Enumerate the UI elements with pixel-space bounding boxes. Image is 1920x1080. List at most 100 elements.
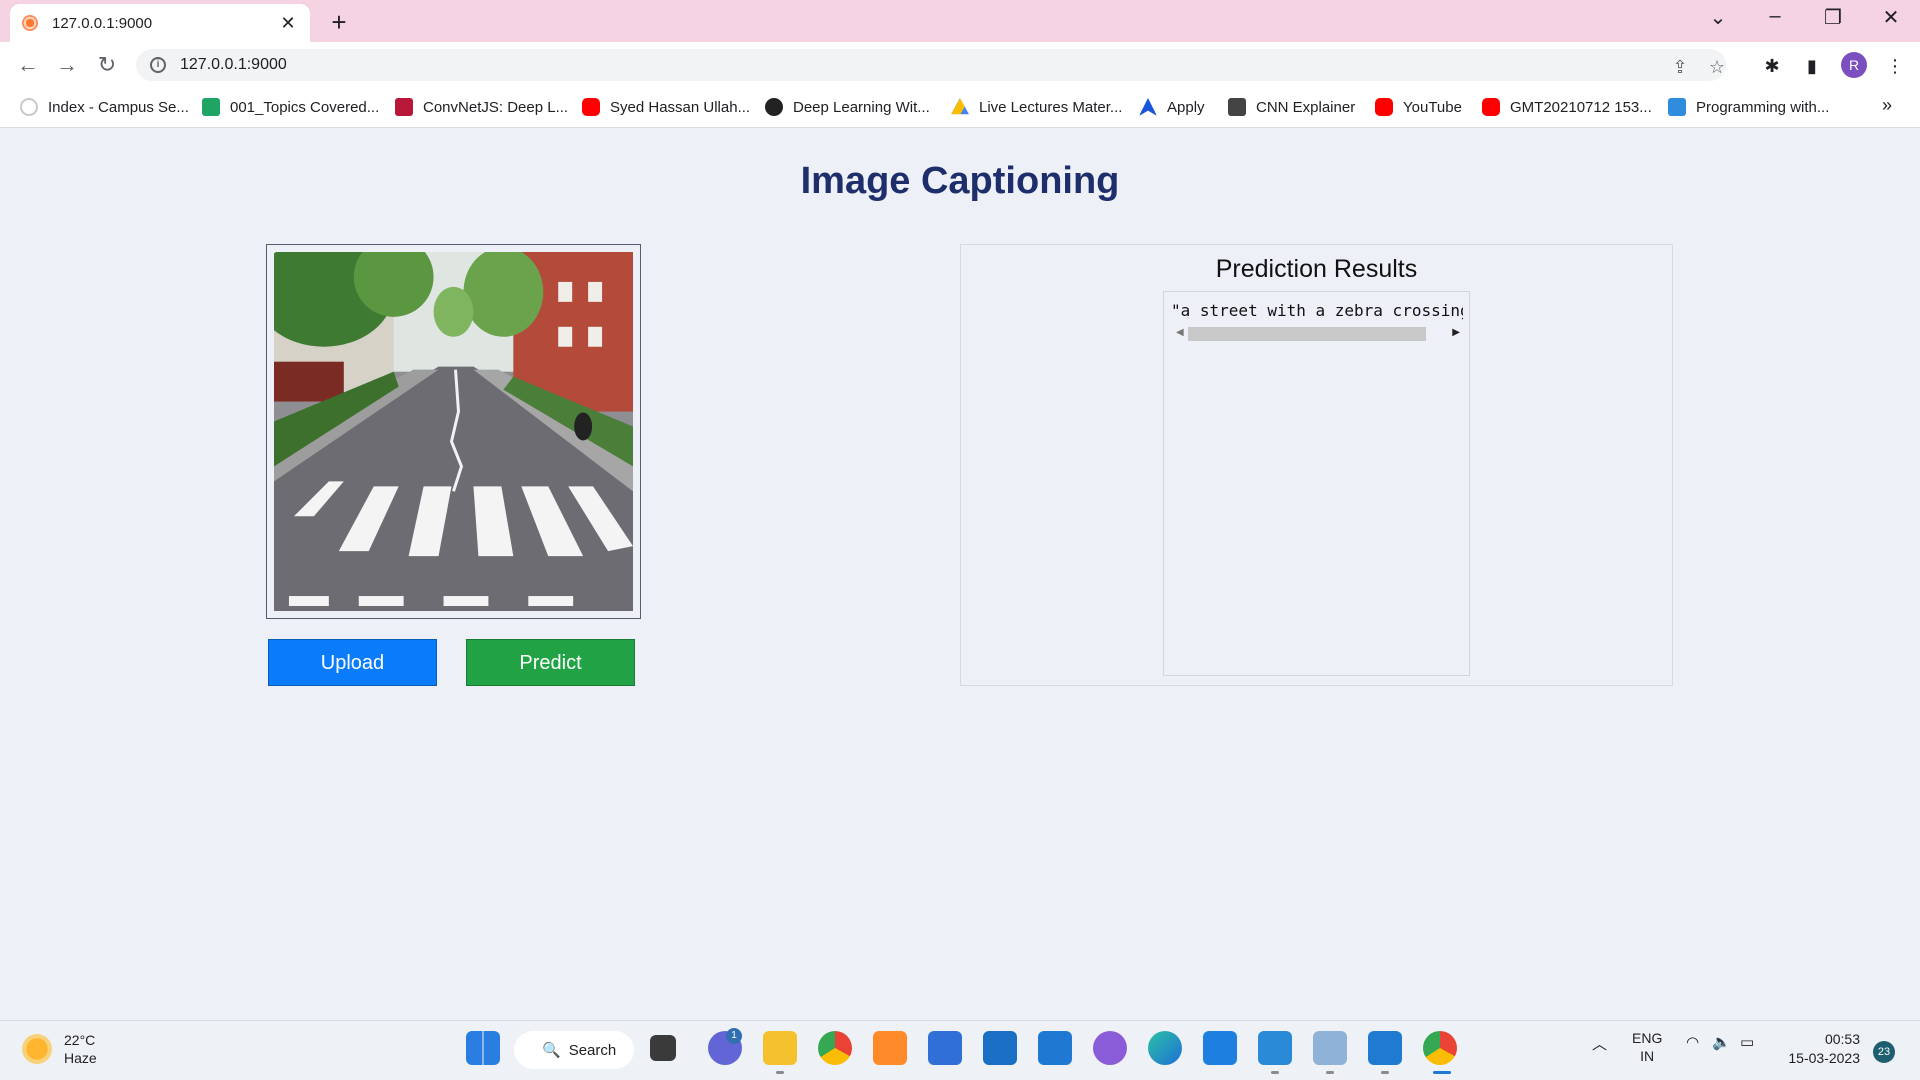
notification-badge[interactable]: 23 (1873, 1041, 1895, 1063)
bookmark-item[interactable]: Apply (1139, 98, 1205, 116)
bookmark-item[interactable]: Programming with... (1668, 98, 1829, 116)
google-drive-icon (951, 98, 969, 115)
browser-menu-icon[interactable]: ⋮ (1884, 55, 1906, 77)
uploaded-image-frame (266, 244, 641, 619)
notepad-icon[interactable] (1258, 1031, 1292, 1065)
url-text[interactable]: 127.0.0.1:9000 (180, 56, 287, 74)
windows-start-icon[interactable] (466, 1031, 500, 1065)
clock-time: 00:53 (1824, 1031, 1860, 1047)
windows-taskbar: 22°C Haze 🔍 Search 1 ︿ ENG IN ◠ 🔈 ▭ 00:5… (0, 1020, 1920, 1080)
upload-button[interactable]: Upload (268, 639, 437, 686)
uc-browser-icon[interactable] (873, 1031, 907, 1065)
campus-icon (20, 98, 38, 116)
edge-icon[interactable] (1148, 1031, 1182, 1065)
language-indicator[interactable]: ENG IN (1632, 1029, 1662, 1065)
file-explorer-icon[interactable] (763, 1031, 797, 1065)
share-icon[interactable]: ⇪ (1668, 55, 1692, 79)
bookmark-item[interactable]: ConvNetJS: Deep L... (395, 98, 568, 116)
apply-arrow-icon (1139, 98, 1157, 116)
bookmark-item[interactable]: Index - Campus Se... (20, 98, 189, 116)
active-app-indicator (1433, 1071, 1451, 1074)
bookmark-label: Index - Campus Se... (48, 98, 189, 116)
language-bottom: IN (1640, 1048, 1655, 1064)
chat-badge: 1 (726, 1028, 742, 1044)
forward-arrow-icon[interactable]: → (53, 51, 81, 79)
bookmarks-bar: Index - Campus Se... 001_Topics Covered.… (0, 88, 1920, 128)
more-bookmarks-chevron-icon[interactable]: » (1882, 95, 1892, 116)
profile-avatar[interactable]: R (1841, 52, 1867, 78)
tab-close-icon[interactable]: ✕ (278, 13, 298, 34)
bookmark-label: YouTube (1403, 98, 1462, 116)
site-info-icon[interactable]: i (150, 57, 166, 73)
running-indicator (1381, 1071, 1389, 1074)
active-tab[interactable]: 127.0.0.1:9000 ✕ (10, 4, 310, 42)
address-bar[interactable]: i 127.0.0.1:9000 ⇪ ☆ (136, 49, 1726, 81)
reload-icon[interactable]: ↻ (93, 51, 121, 79)
site-favicon-icon (22, 15, 38, 31)
scroll-right-arrow-icon[interactable]: ▶ (1452, 327, 1460, 338)
bookmark-item[interactable]: Deep Learning Wit... (765, 98, 930, 116)
page-title: Image Captioning (800, 160, 1120, 202)
microsoft-store-icon[interactable] (928, 1031, 962, 1065)
bookmark-label: Programming with... (1696, 98, 1830, 116)
weather-temperature: 22°C (64, 1032, 96, 1048)
bookmark-item[interactable]: YouTube (1375, 98, 1462, 116)
bookmark-item[interactable]: CNN Explainer (1228, 98, 1355, 116)
bookmark-item[interactable]: 001_Topics Covered... (202, 98, 379, 116)
media-player-icon[interactable] (983, 1031, 1017, 1065)
youtube-icon (1482, 98, 1500, 116)
bookmark-item[interactable]: GMT20210712 153... (1482, 98, 1652, 116)
horizontal-scrollbar[interactable]: ◀ ▶ (1176, 325, 1466, 341)
bookmark-star-icon[interactable]: ☆ (1705, 55, 1729, 79)
convnetjs-icon (395, 98, 413, 116)
extensions-puzzle-icon[interactable]: ✱ (1761, 55, 1783, 77)
performance-monitor-icon[interactable] (1313, 1031, 1347, 1065)
weather-condition: Haze (64, 1050, 97, 1066)
youtube-icon (582, 98, 600, 116)
clock-date: 15-03-2023 (1788, 1050, 1860, 1066)
mail-icon[interactable] (1038, 1031, 1072, 1065)
chrome-profile-icon[interactable] (1423, 1031, 1457, 1065)
programming-icon (1668, 98, 1686, 116)
task-view-icon[interactable] (650, 1035, 676, 1061)
battery-icon[interactable]: ▭ (1740, 1033, 1754, 1051)
taskbar-search-button[interactable]: 🔍 Search (514, 1031, 634, 1069)
new-tab-button[interactable]: + (325, 7, 353, 38)
weather-widget[interactable]: 22°C Haze (22, 1031, 97, 1067)
search-icon: 🔍 (542, 1042, 561, 1059)
tab-title: 127.0.0.1:9000 (52, 14, 153, 32)
predict-button[interactable]: Predict (466, 639, 635, 686)
uploaded-street-image (274, 252, 633, 611)
close-window-button[interactable]: ✕ (1876, 5, 1906, 30)
back-arrow-icon[interactable]: ← (14, 51, 42, 79)
minimize-button[interactable]: – (1760, 5, 1790, 28)
restore-button[interactable]: ❐ (1818, 5, 1848, 30)
photos-icon[interactable] (1203, 1031, 1237, 1065)
language-top: ENG (1632, 1030, 1663, 1046)
bookmark-item[interactable]: Syed Hassan Ullah... (582, 98, 750, 116)
bookmark-label: Deep Learning Wit... (793, 98, 930, 116)
running-indicator (1326, 1071, 1334, 1074)
scrollbar-thumb[interactable] (1188, 327, 1426, 341)
system-clock[interactable]: 00:53 15-03-2023 (1780, 1030, 1860, 1068)
youtube-icon (1375, 98, 1393, 116)
result-caption-text: "a street with a zebra crossing" (1171, 301, 1463, 320)
copilot-icon[interactable] (1093, 1031, 1127, 1065)
bookmark-label: ConvNetJS: Deep L... (423, 98, 569, 116)
scroll-left-arrow-icon[interactable]: ◀ (1176, 327, 1184, 338)
running-indicator (1271, 1071, 1279, 1074)
browser-toolbar: ← → ↻ i 127.0.0.1:9000 ⇪ ☆ ✱ ▮ R ⋮ (0, 42, 1920, 88)
haze-sun-icon (22, 1034, 52, 1064)
chrome-icon[interactable] (818, 1031, 852, 1065)
wifi-icon[interactable]: ◠ (1686, 1033, 1699, 1051)
tab-search-chevron-icon[interactable]: ⌄ (1703, 5, 1733, 30)
side-panel-icon[interactable]: ▮ (1801, 55, 1823, 77)
result-textarea[interactable]: "a street with a zebra crossing" ◀ ▶ (1163, 291, 1470, 676)
prediction-results-panel: Prediction Results "a street with a zebr… (960, 244, 1673, 686)
tab-strip: 127.0.0.1:9000 ✕ + ⌄ – ❐ ✕ (0, 0, 1920, 42)
bookmark-item[interactable]: Live Lectures Mater... (951, 98, 1122, 116)
vscode-icon[interactable] (1368, 1031, 1402, 1065)
results-title: Prediction Results (1215, 255, 1418, 283)
show-hidden-icons-chevron-icon[interactable]: ︿ (1592, 1033, 1607, 1054)
volume-icon[interactable]: 🔈 (1712, 1033, 1731, 1051)
